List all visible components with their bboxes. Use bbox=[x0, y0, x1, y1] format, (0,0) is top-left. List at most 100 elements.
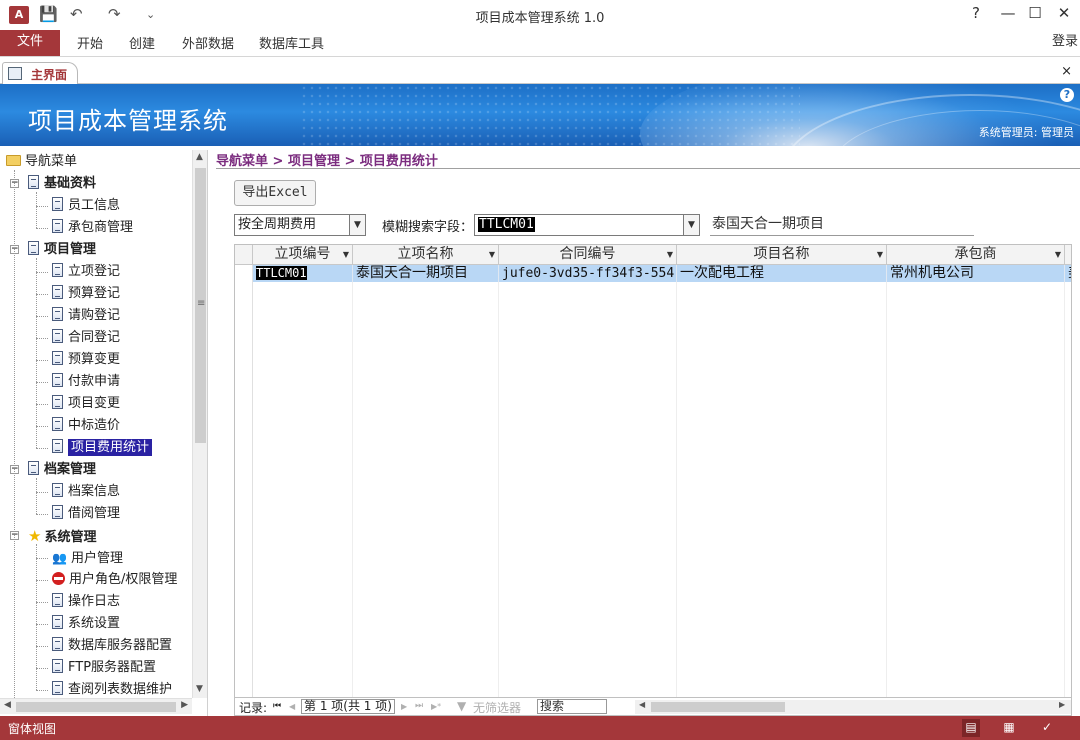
cell-contract-number[interactable]: jufe0-3vd35-ff34f3-554 bbox=[499, 265, 677, 282]
nav-item[interactable]: 立项登记 bbox=[52, 262, 120, 282]
column-header-contract-number[interactable]: 合同编号 ▼ bbox=[499, 245, 677, 265]
column-header-project-id[interactable]: 立项编号 ▼ bbox=[253, 245, 353, 265]
tree-connector bbox=[36, 544, 37, 690]
header-banner: 项目成本管理系统 ? 系统管理员: 管理员 bbox=[0, 84, 1080, 146]
scroll-up-icon[interactable]: ▲ bbox=[196, 152, 203, 162]
period-select[interactable]: 按全周期费用 ▼ bbox=[234, 214, 366, 236]
nav-item[interactable]: 预算变更 bbox=[52, 350, 120, 370]
last-record-icon[interactable]: ⏭ bbox=[415, 701, 423, 711]
login-link[interactable]: 登录 bbox=[1052, 30, 1078, 49]
nav-horizontal-scrollbar[interactable]: ◀ ▶ bbox=[0, 698, 192, 714]
select-all-corner[interactable] bbox=[235, 245, 253, 265]
filter-icon[interactable]: ▼ bbox=[457, 699, 466, 713]
datasheet-view-icon[interactable]: ▦ bbox=[1000, 719, 1018, 737]
nav-item[interactable]: 数据库服务器配置 bbox=[52, 636, 172, 656]
nav-item[interactable]: 中标造价 bbox=[52, 416, 120, 436]
export-excel-button[interactable]: 导出Excel bbox=[234, 180, 316, 206]
scroll-left-icon[interactable]: ◀ bbox=[639, 700, 645, 709]
tab-file[interactable]: 文件 bbox=[0, 30, 60, 56]
nav-item[interactable]: 档案信息 bbox=[52, 482, 120, 502]
nav-item[interactable]: 付款申请 bbox=[52, 372, 120, 392]
tab-external-data[interactable]: 外部数据 bbox=[182, 33, 234, 52]
tab-create[interactable]: 创建 bbox=[129, 33, 155, 52]
column-dropdown-icon[interactable]: ▼ bbox=[877, 245, 883, 264]
tree-connector bbox=[36, 294, 48, 295]
datasheet-hscroll-thumb[interactable] bbox=[651, 702, 785, 712]
column-dropdown-icon[interactable]: ▼ bbox=[667, 245, 673, 264]
nav-item[interactable]: 👥 用户管理 bbox=[52, 548, 123, 568]
nav-item[interactable]: 员工信息 bbox=[52, 196, 120, 216]
cell-project-name[interactable]: 一次配电工程 bbox=[677, 265, 887, 282]
datasheet-horizontal-scrollbar[interactable]: ◀ ▶ bbox=[635, 700, 1071, 714]
document-icon bbox=[28, 241, 39, 255]
cell-contractor[interactable]: 常州机电公司 bbox=[887, 265, 1065, 282]
record-search-input[interactable]: 搜索 bbox=[537, 699, 607, 714]
nav-item[interactable]: 查阅列表数据维护 bbox=[52, 680, 172, 698]
no-filter-button[interactable]: 无筛选器 bbox=[473, 699, 521, 716]
nav-item[interactable]: 操作日志 bbox=[52, 592, 120, 612]
nav-item-label: 项目费用统计 bbox=[68, 439, 153, 456]
column-dropdown-icon[interactable]: ▼ bbox=[343, 245, 349, 264]
document-icon bbox=[52, 329, 63, 343]
nav-item-label: 用户角色/权限管理 bbox=[69, 572, 178, 587]
next-record-icon[interactable]: ▶ bbox=[401, 702, 407, 711]
column-header-project-title[interactable]: 立项名称 ▼ bbox=[353, 245, 499, 265]
column-header-contractor[interactable]: 承包商 ▼ bbox=[887, 245, 1065, 265]
help-button[interactable]: ? bbox=[964, 4, 988, 22]
scroll-right-icon[interactable]: ▶ bbox=[181, 700, 188, 710]
first-record-icon[interactable]: ⏮ bbox=[273, 701, 281, 711]
nav-item[interactable]: 预算登记 bbox=[52, 284, 120, 304]
previous-record-icon[interactable]: ◀ bbox=[289, 702, 295, 711]
scroll-down-icon[interactable]: ▼ bbox=[196, 684, 203, 694]
chevron-down-icon[interactable]: ▼ bbox=[683, 215, 699, 235]
cell-project-title[interactable]: 泰国天合一期项目 bbox=[353, 265, 499, 282]
nav-group-system-management[interactable]: − ★ 系统管理 bbox=[10, 526, 96, 546]
nav-item-label: 借阅管理 bbox=[68, 506, 121, 521]
column-dropdown-icon[interactable]: ▼ bbox=[489, 245, 495, 264]
nav-item[interactable]: 合同登记 bbox=[52, 328, 120, 348]
tree-connector bbox=[36, 206, 48, 207]
nav-item[interactable]: 项目变更 bbox=[52, 394, 120, 414]
nav-item[interactable]: 项目费用统计 bbox=[52, 438, 153, 458]
tab-main-form[interactable]: 主界面 bbox=[2, 62, 78, 85]
cell-project-id[interactable]: TTLCM01 bbox=[253, 265, 353, 282]
nav-item[interactable]: 用户角色/权限管理 bbox=[52, 570, 177, 590]
nav-item[interactable]: 系统设置 bbox=[52, 614, 120, 634]
record-position-input[interactable]: 第 1 项(共 1 项) bbox=[301, 699, 395, 714]
scroll-right-icon[interactable]: ▶ bbox=[1059, 700, 1065, 709]
tree-connector bbox=[36, 426, 48, 427]
nav-item[interactable]: 请购登记 bbox=[52, 306, 120, 326]
tab-database-tools[interactable]: 数据库工具 bbox=[259, 33, 324, 52]
nav-group-basic-data[interactable]: − 基础资料 bbox=[10, 174, 96, 194]
column-header-project-name[interactable]: 项目名称 ▼ bbox=[677, 245, 887, 265]
form-view-icon[interactable]: ▤ bbox=[962, 719, 980, 737]
period-select-value: 按全周期费用 bbox=[238, 217, 317, 232]
minimize-button[interactable]: — bbox=[996, 4, 1020, 22]
nav-group-project-management[interactable]: − 项目管理 bbox=[10, 240, 96, 260]
search-input[interactable]: TTLCM01 ▼ bbox=[474, 214, 700, 236]
nav-item[interactable]: 承包商管理 bbox=[52, 218, 133, 238]
help-icon[interactable]: ? bbox=[1060, 88, 1074, 102]
table-row[interactable]: TTLCM01 泰国天合一期项目 jufe0-3vd35-ff34f3-554 一次配… bbox=[253, 265, 1071, 282]
document-icon bbox=[52, 307, 63, 321]
nav-group-archive-management[interactable]: − 档案管理 bbox=[10, 460, 96, 480]
column-header-currency[interactable]: 币种 bbox=[1065, 245, 1071, 265]
close-window-button[interactable]: ✕ bbox=[1052, 4, 1076, 22]
nav-vertical-scrollbar[interactable]: ▲ ≡ ▼ bbox=[192, 150, 207, 698]
nav-item[interactable]: FTP服务器配置 bbox=[52, 658, 156, 678]
cell-currency[interactable]: 美元 bbox=[1065, 265, 1071, 282]
nav-hscroll-thumb[interactable] bbox=[16, 702, 176, 712]
nav-root[interactable]: 导航菜单 bbox=[6, 152, 77, 172]
record-label: 记录: bbox=[239, 701, 268, 715]
chevron-down-icon[interactable]: ▼ bbox=[349, 215, 365, 235]
close-document-icon[interactable]: × bbox=[1061, 64, 1072, 79]
scroll-left-icon[interactable]: ◀ bbox=[4, 700, 11, 710]
column-dropdown-icon[interactable]: ▼ bbox=[1055, 245, 1061, 264]
tree-connector bbox=[36, 360, 48, 361]
nav-item[interactable]: 借阅管理 bbox=[52, 504, 120, 524]
maximize-button[interactable]: ☐ bbox=[1023, 4, 1047, 22]
folder-open-icon bbox=[6, 155, 21, 166]
new-record-icon[interactable]: ▶* bbox=[431, 702, 441, 711]
design-view-icon[interactable]: ✓ bbox=[1038, 719, 1056, 737]
tab-home[interactable]: 开始 bbox=[77, 33, 103, 52]
